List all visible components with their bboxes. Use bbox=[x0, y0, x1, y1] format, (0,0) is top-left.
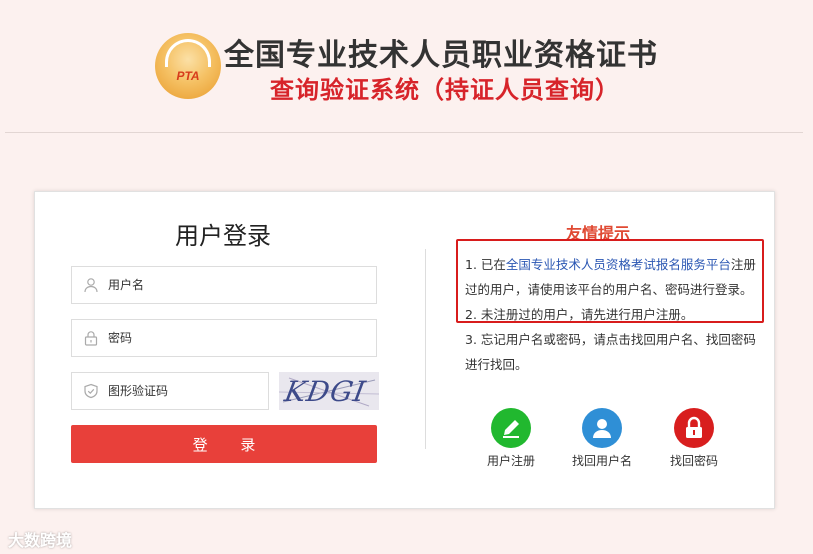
user-outline-icon bbox=[84, 278, 98, 293]
tip-item-2: 2. 未注册过的用户，请先进行用户注册。 bbox=[465, 307, 694, 322]
logo-text: PTA bbox=[176, 69, 200, 83]
tip-item-1: 1. 已在全国专业技术人员资格考试报名服务平台注册过的用户，请使用该平台的用户名… bbox=[465, 252, 761, 302]
captcha-field[interactable] bbox=[71, 372, 269, 410]
pencil-icon[interactable] bbox=[491, 408, 531, 448]
lock-outline-icon bbox=[84, 331, 98, 346]
captcha-image[interactable]: KDGI bbox=[279, 372, 379, 410]
password-field[interactable] bbox=[71, 319, 377, 357]
login-card: 用户登录 KDGI 登 录 友情提示 bbox=[34, 191, 775, 509]
register-action[interactable]: 用户注册 bbox=[471, 408, 551, 469]
exam-platform-link[interactable]: 全国专业技术人员资格考试报名服务平台 bbox=[506, 257, 731, 272]
card-divider bbox=[425, 249, 426, 449]
pta-logo: PTA bbox=[155, 33, 221, 99]
page-subtitle: 查询验证系统（持证人员查询） bbox=[270, 76, 620, 104]
shield-check-icon bbox=[84, 383, 98, 399]
captcha-input[interactable] bbox=[108, 373, 258, 409]
tips-list: 1. 已在全国专业技术人员资格考试报名服务平台注册过的用户，请使用该平台的用户名… bbox=[465, 252, 761, 377]
login-button[interactable]: 登 录 bbox=[71, 425, 377, 463]
register-label[interactable]: 用户注册 bbox=[471, 452, 551, 469]
logo-ring bbox=[165, 39, 211, 67]
password-input[interactable] bbox=[108, 320, 368, 356]
recover-username-label[interactable]: 找回用户名 bbox=[562, 452, 642, 469]
login-title: 用户登录 bbox=[175, 222, 271, 250]
watermark: 大数跨境 bbox=[8, 531, 73, 550]
tip-item-1-prefix: 1. 已在 bbox=[465, 257, 506, 272]
header-divider bbox=[5, 132, 803, 133]
page-title: 全国专业技术人员职业资格证书 bbox=[224, 38, 658, 73]
recover-password-label[interactable]: 找回密码 bbox=[654, 452, 734, 469]
recover-password-action[interactable]: 找回密码 bbox=[654, 408, 734, 469]
username-field[interactable] bbox=[71, 266, 377, 304]
page-header: PTA 全国专业技术人员职业资格证书 查询验证系统（持证人员查询） bbox=[0, 0, 813, 133]
lock-icon[interactable] bbox=[674, 408, 714, 448]
tip-item-3: 3. 忘记用户名或密码，请点击找回用户名、找回密码进行找回。 bbox=[465, 332, 756, 372]
username-input[interactable] bbox=[108, 267, 368, 303]
user-icon[interactable] bbox=[582, 408, 622, 448]
captcha-text: KDGI bbox=[282, 375, 369, 408]
recover-username-action[interactable]: 找回用户名 bbox=[562, 408, 642, 469]
